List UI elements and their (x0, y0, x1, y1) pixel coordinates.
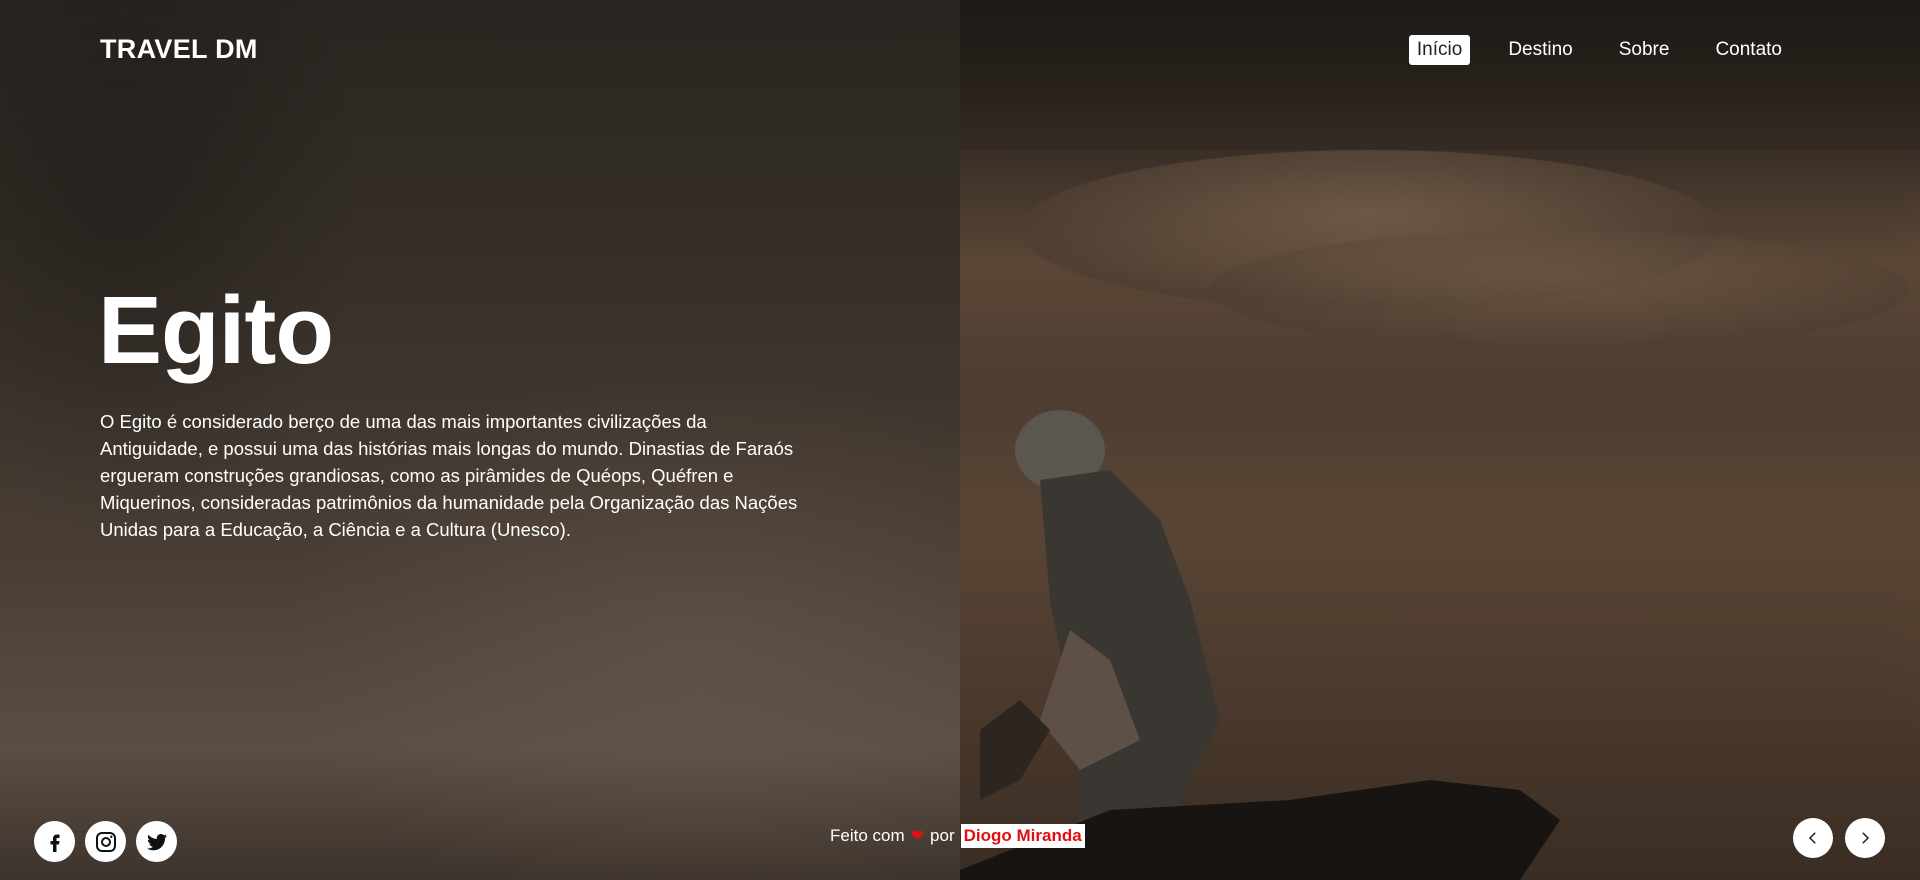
main-nav: Início Destino Sobre Contato (1408, 35, 1790, 65)
heart-icon: ❤ (910, 828, 925, 845)
facebook-link[interactable] (34, 821, 75, 862)
chevron-right-icon (1862, 832, 1870, 844)
next-button[interactable] (1845, 818, 1885, 858)
dune-shape (1210, 230, 1910, 350)
credit-line: Feito com ❤ por Diogo Miranda (830, 824, 1085, 848)
twitter-icon (146, 833, 167, 850)
nav-item-sobre[interactable]: Sobre (1611, 35, 1678, 65)
twitter-link[interactable] (136, 821, 177, 862)
hero-section: TRAVEL DM Início Destino Sobre Contato E… (0, 0, 1920, 880)
carousel-controls (1793, 818, 1885, 858)
credit-by: por (930, 826, 955, 845)
prev-button[interactable] (1793, 818, 1833, 858)
nav-item-destino[interactable]: Destino (1500, 35, 1580, 65)
author-link[interactable]: Diogo Miranda (960, 824, 1085, 848)
nav-item-contato[interactable]: Contato (1707, 35, 1790, 65)
nav-item-inicio[interactable]: Início (1408, 35, 1471, 65)
rider-image (960, 410, 1560, 880)
facebook-icon (50, 834, 59, 852)
credit-prefix: Feito com (830, 826, 905, 845)
brand-logo[interactable]: TRAVEL DM (100, 34, 258, 65)
social-links (34, 821, 177, 862)
hero-description: O Egito é considerado berço de uma das m… (100, 411, 798, 540)
instagram-link[interactable] (85, 821, 126, 862)
page-title: Egito (98, 277, 334, 384)
chevron-left-icon (1808, 832, 1816, 844)
instagram-icon (95, 831, 116, 852)
